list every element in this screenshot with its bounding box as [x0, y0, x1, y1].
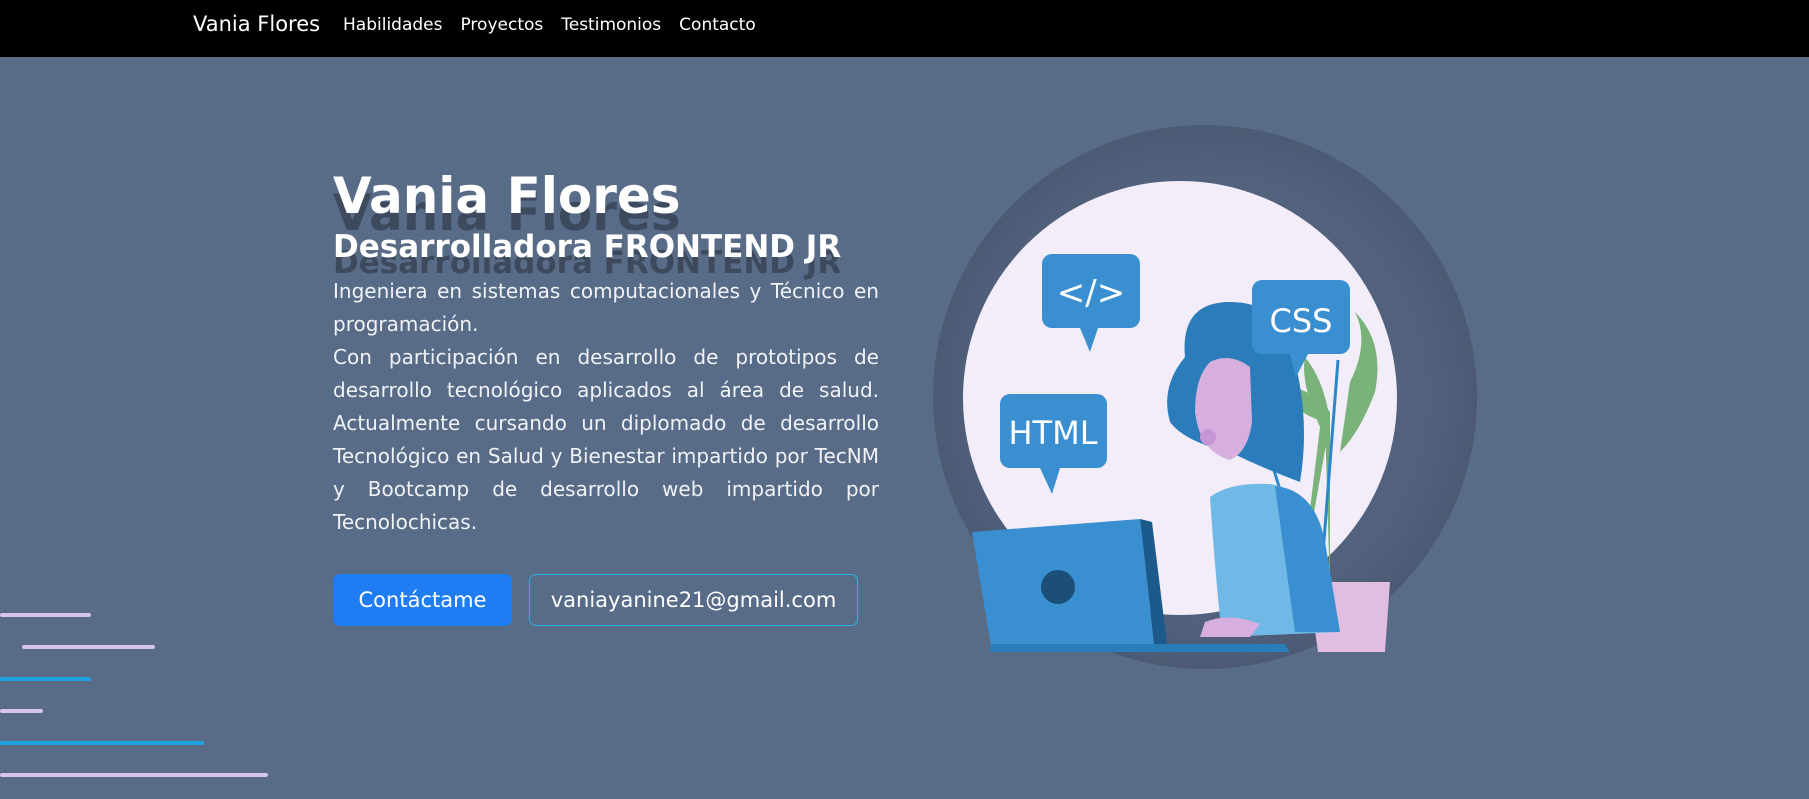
- hero-subtitle: Desarrolladora FRONTEND JR: [333, 229, 842, 265]
- code-bubble-text: </>: [1057, 273, 1125, 313]
- nav-link-contacto[interactable]: Contacto: [679, 15, 756, 35]
- hero-section: Vania Flores Vania Flores Desarrolladora…: [0, 57, 1809, 799]
- nav-links: Habilidades Proyectos Testimonios Contac…: [343, 15, 756, 35]
- hero-buttons: Contáctame vaniayanine21@gmail.com: [333, 574, 858, 626]
- hero-title-wrap: Vania Flores Vania Flores: [333, 167, 879, 242]
- contact-button[interactable]: Contáctame: [333, 574, 512, 626]
- nav-link-testimonios[interactable]: Testimonios: [561, 15, 661, 35]
- navbar-brand[interactable]: Vania Flores: [193, 12, 320, 36]
- css-bubble-text: CSS: [1270, 302, 1333, 340]
- hero-description: Ingeniera en sistemas computacionales y …: [333, 275, 879, 539]
- html-bubble-text: HTML: [1008, 414, 1097, 452]
- navbar: Vania Flores Habilidades Proyectos Testi…: [0, 0, 1809, 57]
- deco-line-4: [0, 709, 43, 713]
- nav-link-proyectos[interactable]: Proyectos: [460, 15, 543, 35]
- developer-illustration: </> CSS HTML: [933, 125, 1477, 669]
- hero-description-2: Con participación en desarrollo de proto…: [333, 345, 879, 534]
- deco-line-1: [0, 613, 91, 617]
- hero-subtitle-wrap: Desarrolladora FRONTEND JR Desarrollador…: [333, 229, 879, 281]
- deco-line-5: [0, 741, 204, 745]
- deco-line-3: [0, 677, 91, 681]
- hero-title: Vania Flores: [333, 167, 681, 225]
- nav-link-habilidades[interactable]: Habilidades: [343, 15, 442, 35]
- hero-description-1: Ingeniera en sistemas computacionales y …: [333, 279, 879, 336]
- deco-line-2: [22, 645, 155, 649]
- email-button[interactable]: vaniayanine21@gmail.com: [529, 574, 858, 626]
- hero-text: Vania Flores Vania Flores Desarrolladora…: [333, 167, 879, 539]
- deco-line-6: [0, 773, 268, 777]
